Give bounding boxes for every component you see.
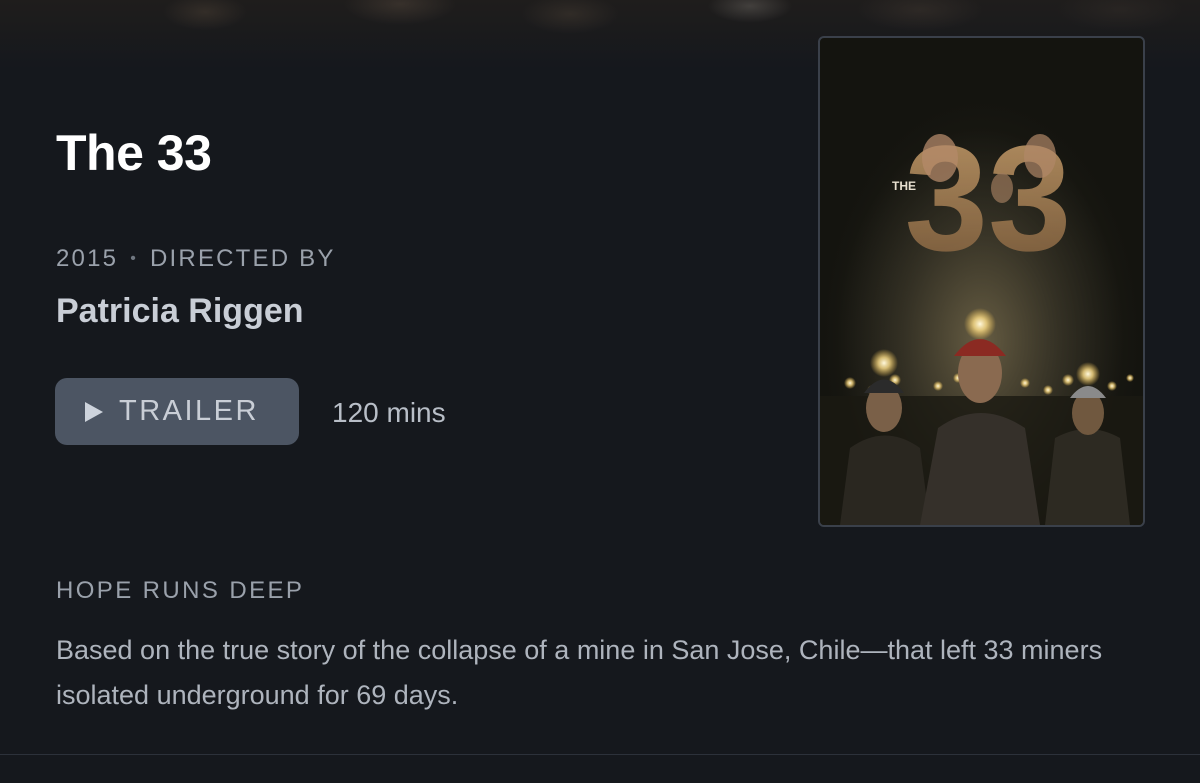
trailer-button[interactable]: TRAILER <box>55 378 299 445</box>
movie-detail-page: The 33 2015 • DIRECTED BY Patricia Rigge… <box>0 0 1200 783</box>
tagline: HOPE RUNS DEEP <box>56 577 305 604</box>
directed-by-label: DIRECTED BY <box>150 245 336 272</box>
separator-dot: • <box>130 250 139 267</box>
poster-title-small: THE <box>892 179 916 193</box>
poster-artwork: 33 THE <box>820 38 1143 525</box>
movie-poster[interactable]: 33 THE <box>818 36 1145 527</box>
synopsis: Based on the true story of the collapse … <box>56 635 1103 710</box>
section-divider <box>0 754 1200 755</box>
movie-title: The 33 <box>56 125 212 181</box>
trailer-label: TRAILER <box>119 395 259 427</box>
runtime: 120 mins <box>332 397 446 428</box>
director-name[interactable]: Patricia Riggen <box>56 292 304 331</box>
release-year: 2015 <box>56 245 119 272</box>
play-icon <box>85 401 103 422</box>
meta-line: 2015 • DIRECTED BY <box>56 245 336 273</box>
